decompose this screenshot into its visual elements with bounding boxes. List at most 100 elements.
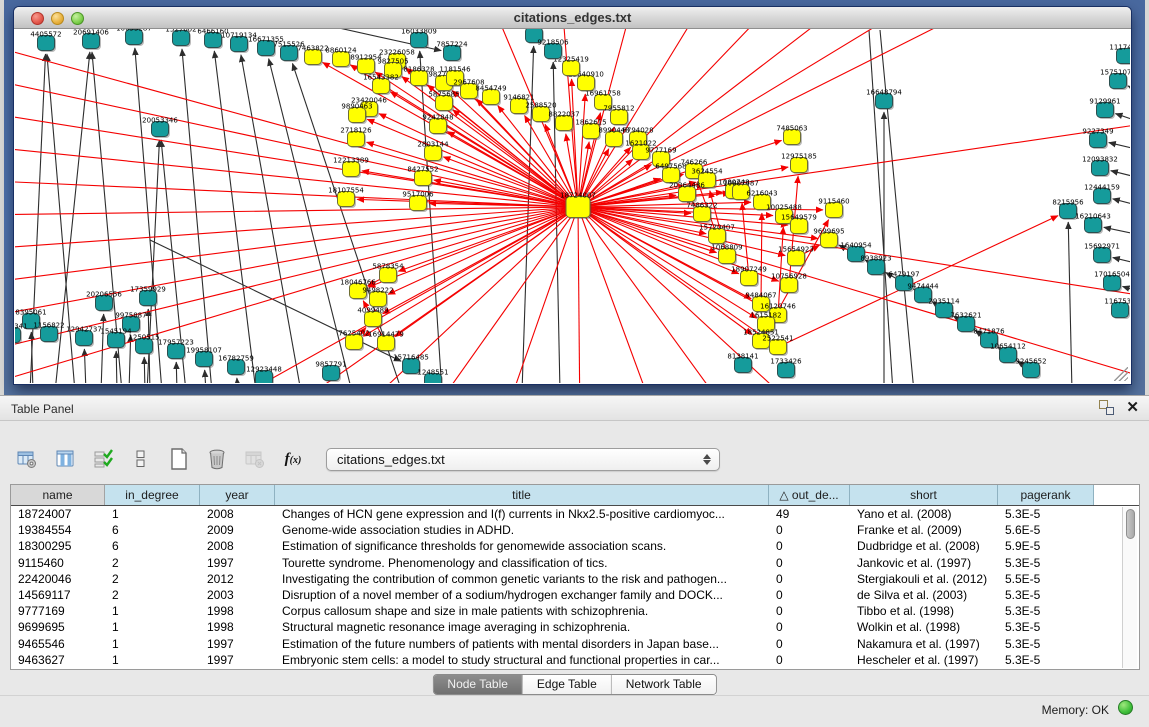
reference-edge[interactable] (1115, 114, 1130, 122)
close-panel-icon[interactable]: ✕ (1126, 400, 1139, 415)
citation-edge[interactable] (500, 207, 578, 383)
reference-edge[interactable] (214, 51, 256, 383)
cell[interactable]: Investigating the contribution of common… (275, 571, 769, 587)
cell[interactable]: Structural magnetic resonance image aver… (275, 619, 769, 635)
cell[interactable]: 18300295 (11, 538, 105, 554)
cell[interactable]: 1 (105, 603, 200, 619)
stacked-boxes-icon[interactable] (128, 446, 154, 472)
cell[interactable]: 5.9E-5 (998, 538, 1094, 554)
cell[interactable]: 5.3E-5 (998, 603, 1094, 619)
table-select-dropdown[interactable]: citations_edges.txt (326, 448, 720, 471)
cell[interactable]: 9699695 (11, 619, 105, 635)
citation-edge[interactable] (578, 207, 660, 383)
cell[interactable]: 0 (769, 587, 850, 603)
window-titlebar[interactable]: citations_edges.txt (14, 7, 1131, 29)
table-row[interactable]: 1456911722003Disruption of a novel membe… (11, 587, 1139, 603)
cell[interactable]: Jankovic et al. (1997) (850, 555, 998, 571)
cell[interactable]: 5.5E-5 (998, 571, 1094, 587)
cell[interactable]: 1997 (200, 636, 275, 652)
cell[interactable]: Estimation of the future numbers of pati… (275, 636, 769, 652)
cell[interactable]: 9115460 (11, 555, 105, 571)
cell[interactable]: Tibbo et al. (1998) (850, 603, 998, 619)
cell[interactable]: Estimation of significance thresholds fo… (275, 538, 769, 554)
trash-icon[interactable] (204, 446, 230, 472)
cell[interactable]: 2008 (200, 506, 275, 522)
cell[interactable]: Corpus callosum shape and size in male p… (275, 603, 769, 619)
tab-edge-table[interactable]: Edge Table (523, 675, 612, 694)
tab-network-table[interactable]: Network Table (612, 675, 716, 694)
citation-edge[interactable] (578, 29, 960, 207)
column-header-pagerank[interactable]: pagerank (998, 485, 1094, 505)
new-table-icon[interactable] (166, 446, 192, 472)
cell[interactable]: 0 (769, 652, 850, 668)
function-builder-icon[interactable]: f(x) (280, 446, 306, 472)
cell[interactable]: 0 (769, 636, 850, 652)
column-chooser-icon[interactable] (52, 446, 78, 472)
cell[interactable]: 0 (769, 571, 850, 587)
reference-edge[interactable] (241, 55, 301, 383)
citation-edge[interactable] (761, 213, 762, 304)
reference-edge[interactable] (237, 378, 238, 383)
cell[interactable]: Tourette syndrome. Phenomenology and cla… (275, 555, 769, 571)
column-header-year[interactable]: year (200, 485, 275, 505)
reference-edge[interactable] (869, 30, 893, 383)
reference-edge[interactable] (116, 351, 117, 383)
citation-edge[interactable] (420, 207, 578, 383)
cell[interactable]: Yano et al. (2008) (850, 506, 998, 522)
cell[interactable]: 22420046 (11, 571, 105, 587)
cell[interactable]: Franke et al. (2009) (850, 522, 998, 538)
cell[interactable]: Stergiakouli et al. (2012) (850, 571, 998, 587)
cell[interactable]: 0 (769, 538, 850, 554)
cell[interactable]: Genome-wide association studies in ADHD. (275, 522, 769, 538)
citation-graph[interactable]: 7463822886012489129542322605898275051654… (15, 29, 1130, 383)
reference-edge[interactable] (176, 362, 177, 383)
cell[interactable]: 0 (769, 603, 850, 619)
destroy-table-icon[interactable] (242, 446, 268, 472)
reference-edge[interactable] (205, 370, 206, 383)
reference-edge[interactable] (1109, 143, 1130, 150)
select-rows-icon[interactable] (90, 446, 116, 472)
cell[interactable]: 1 (105, 506, 200, 522)
column-header-short[interactable]: short (850, 485, 998, 505)
cell[interactable]: 9465546 (11, 636, 105, 652)
cell[interactable]: 5.3E-5 (998, 652, 1094, 668)
reference-edge[interactable] (1068, 222, 1072, 383)
cell[interactable]: 5.3E-5 (998, 506, 1094, 522)
cell[interactable]: de Silva et al. (2003) (850, 587, 998, 603)
cell[interactable]: 14569117 (11, 587, 105, 603)
reference-edge[interactable] (880, 30, 914, 383)
column-header-out_de[interactable]: △ out_de... (769, 485, 850, 505)
table-row[interactable]: 969969511998Structural magnetic resonanc… (11, 619, 1139, 635)
citation-edge[interactable] (578, 207, 1130, 383)
reference-edge[interactable] (144, 357, 145, 383)
cell[interactable]: Wolkin et al. (1998) (850, 619, 998, 635)
cell[interactable]: 1 (105, 636, 200, 652)
reference-edge[interactable] (1111, 171, 1130, 178)
cell[interactable]: 1998 (200, 619, 275, 635)
cell[interactable]: 0 (769, 522, 850, 538)
table-scrollbar[interactable] (1122, 507, 1137, 668)
cell[interactable]: 5.3E-5 (998, 587, 1094, 603)
column-header-name[interactable]: name (11, 485, 105, 505)
cell[interactable]: 1997 (200, 652, 275, 668)
cell[interactable]: 2 (105, 571, 200, 587)
citation-edge[interactable] (368, 207, 578, 287)
cell[interactable]: Nakamura et al. (1997) (850, 636, 998, 652)
cell[interactable]: Hescheler et al. (1997) (850, 652, 998, 668)
cell[interactable]: 18724007 (11, 506, 105, 522)
table-row[interactable]: 946554611997Estimation of the future num… (11, 636, 1139, 652)
table-row[interactable]: 1938455462009Genome-wide association stu… (11, 522, 1139, 538)
reference-edge[interactable] (1128, 86, 1130, 92)
cell[interactable]: 5.3E-5 (998, 636, 1094, 652)
citation-edge[interactable] (578, 29, 1040, 207)
table-row[interactable]: 911546021997Tourette syndrome. Phenomeno… (11, 555, 1139, 571)
cell[interactable]: 2 (105, 555, 200, 571)
network-canvas[interactable]: 7463822886012489129542322605898275051654… (15, 29, 1130, 383)
cell[interactable]: Dudbridge et al. (2008) (850, 538, 998, 554)
float-panel-icon[interactable] (1099, 400, 1114, 415)
table-row[interactable]: 1872400712008Changes of HCN gene express… (11, 506, 1139, 522)
table-row[interactable]: 977716911998Corpus callosum shape and si… (11, 603, 1139, 619)
cell[interactable]: 19384554 (11, 522, 105, 538)
cell[interactable]: 9777169 (11, 603, 105, 619)
resize-grip-icon[interactable] (1114, 367, 1128, 381)
